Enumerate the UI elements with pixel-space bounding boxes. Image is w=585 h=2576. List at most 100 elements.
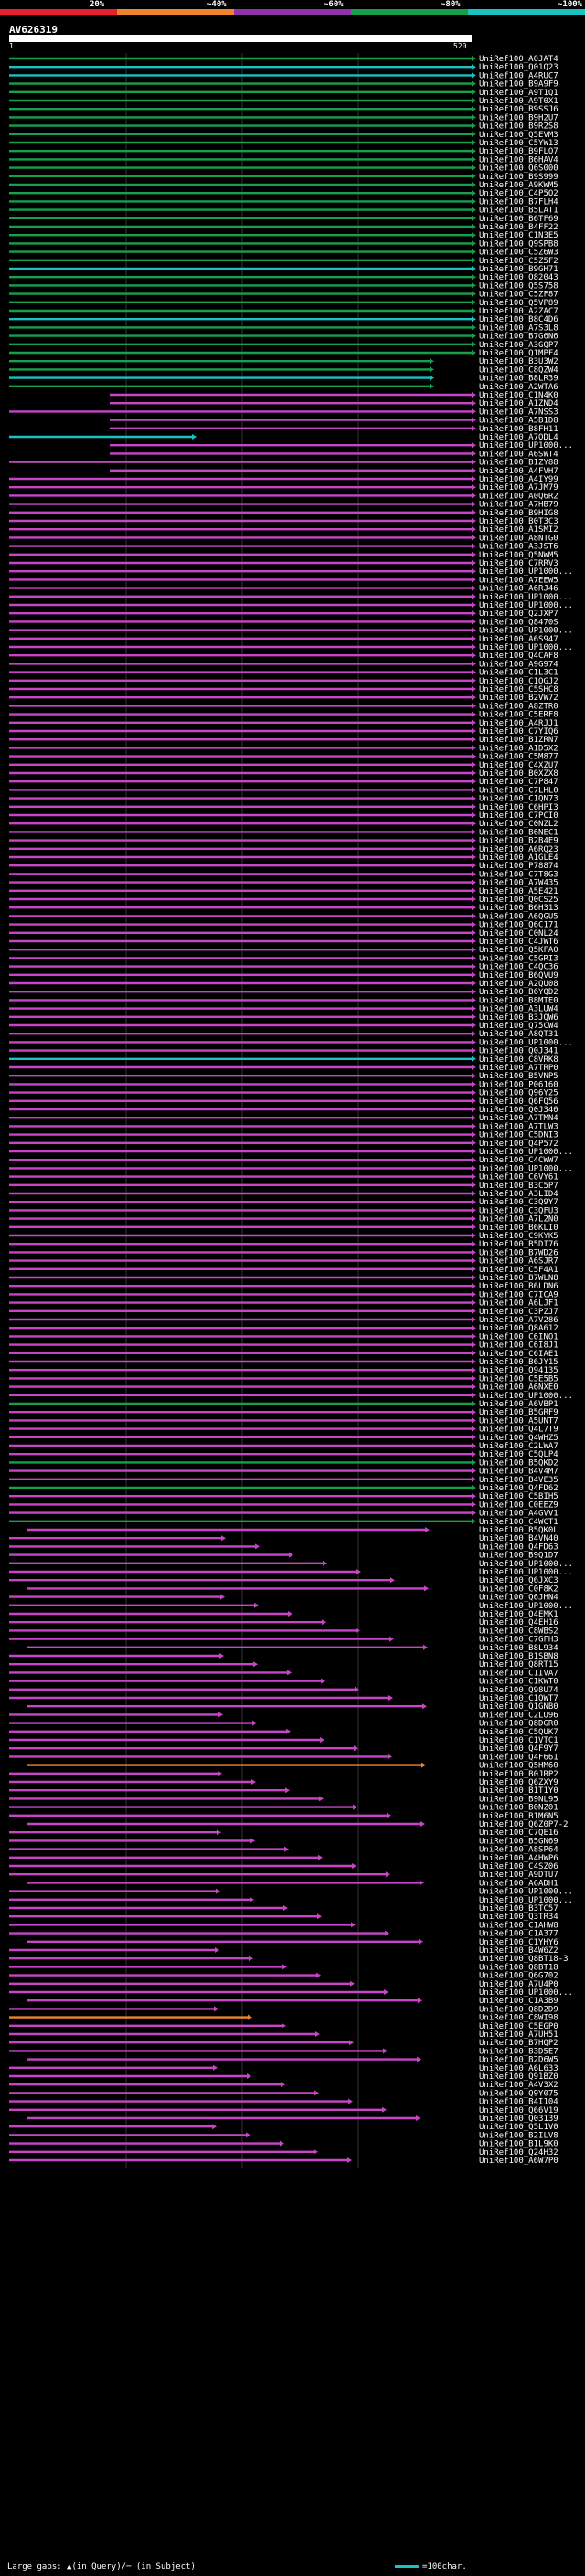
hit-end-arrow: [472, 1173, 476, 1180]
hit-end-arrow: [472, 215, 476, 221]
hit-end-arrow: [472, 1081, 476, 1087]
hit-end-arrow: [472, 257, 476, 263]
hit-end-arrow: [472, 1249, 476, 1256]
hit-end-arrow: [249, 1956, 253, 1962]
hit-end-arrow: [472, 1165, 476, 1171]
hit-end-arrow: [472, 467, 476, 473]
hit-end-arrow: [472, 1350, 476, 1356]
hit-end-arrow: [472, 299, 476, 305]
hit-end-arrow: [214, 2006, 218, 2012]
hit-end-arrow: [430, 383, 434, 389]
hit-end-arrow: [217, 1829, 221, 1836]
hit-end-arrow: [472, 1417, 476, 1424]
hit-end-arrow: [418, 1998, 422, 2004]
hit-end-arrow: [218, 1712, 223, 1718]
hit-end-arrow: [472, 417, 476, 423]
hit-end-arrow: [219, 1653, 224, 1659]
hit-end-arrow: [472, 1224, 476, 1230]
hit-end-arrow: [430, 366, 434, 373]
hit-end-arrow: [472, 484, 476, 491]
hit-end-arrow: [472, 1266, 476, 1272]
hit-end-arrow: [382, 2106, 387, 2113]
hit-end-arrow: [472, 635, 476, 641]
hit-end-arrow: [472, 1031, 476, 1037]
scale-legend: =100char.: [391, 2562, 467, 2571]
hit-end-arrow: [472, 324, 476, 331]
hit-end-arrow: [387, 1812, 391, 1818]
hit-end-arrow: [472, 694, 476, 701]
hit-end-arrow: [288, 1611, 292, 1617]
hit-end-arrow: [472, 963, 476, 970]
hit-end-arrow: [252, 1720, 257, 1726]
hit-end-arrow: [472, 1191, 476, 1196]
hit-end-arrow: [472, 863, 476, 869]
hit-end-arrow: [472, 1401, 476, 1406]
hit-end-arrow: [472, 1459, 476, 1466]
hit-end-arrow: [472, 333, 476, 339]
hit-end-arrow: [216, 1888, 220, 1894]
hit-end-arrow: [472, 1233, 476, 1238]
hit-end-arrow: [472, 442, 476, 449]
hit-end-arrow: [472, 728, 476, 734]
hit-end-arrow: [283, 1905, 288, 1911]
large-gaps-legend: Large gaps: ▲(in Query)/─ (in Subject): [7, 2562, 196, 2571]
hit-end-arrow: [472, 408, 476, 415]
hit-end-arrow: [472, 1426, 476, 1432]
hit-end-arrow: [472, 1131, 476, 1138]
hit-end-arrow: [472, 669, 476, 675]
hit-end-arrow: [472, 770, 476, 776]
hit-end-arrow: [472, 644, 476, 650]
hit-end-arrow: [472, 232, 476, 239]
hit-end-arrow: [430, 358, 434, 365]
hit-end-arrow: [472, 719, 476, 726]
hit-end-arrow: [472, 1073, 476, 1079]
hit-end-arrow: [472, 1291, 476, 1298]
hit-end-arrow: [472, 947, 476, 953]
hit-end-arrow: [472, 1275, 476, 1280]
hit-end-arrow: [472, 997, 476, 1003]
hit-end-arrow: [472, 652, 476, 659]
hit-end-arrow: [472, 1341, 476, 1348]
hit-end-arrow: [472, 1299, 476, 1306]
hit-end-arrow: [286, 1728, 291, 1734]
hit-end-arrow: [472, 1257, 476, 1264]
hit-end-arrow: [472, 913, 476, 919]
hit-end-arrow: [472, 240, 476, 247]
hit-end-arrow: [280, 2140, 284, 2147]
hit-end-arrow: [472, 812, 476, 818]
legend-footer: Large gaps: ▲(in Query)/─ (in Subject) =…: [7, 2562, 583, 2571]
hit-end-arrow: [472, 854, 476, 860]
hit-end-arrow: [472, 1501, 476, 1508]
hit-end-arrow: [472, 350, 476, 355]
hit-end-arrow: [220, 1594, 225, 1600]
scale-label: =100char.: [422, 2562, 467, 2571]
hit-end-arrow: [425, 1527, 430, 1532]
hit-end-arrow: [472, 1157, 476, 1163]
hit-end-arrow: [472, 1325, 476, 1331]
hit-end-arrow: [472, 140, 476, 145]
hit-label[interactable]: UniRef100_A6W7P0: [479, 2157, 558, 2166]
hit-end-arrow: [349, 2040, 354, 2046]
hit-end-arrow: [472, 266, 476, 271]
hit-end-arrow: [287, 1670, 292, 1676]
hit-end-arrow: [472, 787, 476, 793]
hit-end-arrow: [322, 1619, 326, 1626]
hit-end-arrow: [472, 543, 476, 549]
hit-end-arrow: [472, 1451, 476, 1458]
hit-end-arrow: [472, 1443, 476, 1448]
hit-end-arrow: [472, 1097, 476, 1104]
hit-end-arrow: [472, 392, 476, 398]
hit-end-arrow: [354, 1745, 358, 1752]
hit-end-arrow: [472, 89, 476, 95]
hit-end-arrow: [472, 148, 476, 154]
hit-end-arrow: [472, 64, 476, 70]
hit-end-arrow: [417, 2056, 421, 2062]
scale-swatch: [395, 2565, 419, 2568]
hit-end-arrow: [472, 1005, 476, 1012]
hit-end-arrow: [384, 1989, 388, 1995]
hit-end-arrow: [472, 929, 476, 936]
hit-end-arrow: [285, 1787, 290, 1794]
hit-end-arrow: [221, 1535, 226, 1542]
hit-end-arrow: [472, 981, 476, 986]
hit-end-arrow: [472, 703, 476, 709]
